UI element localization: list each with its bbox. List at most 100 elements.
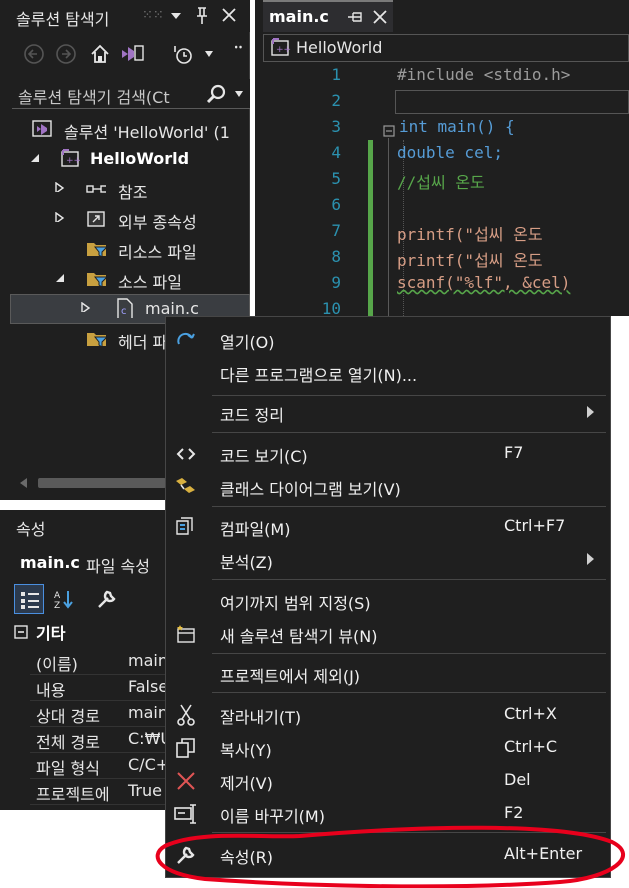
editor-tab-strip: main.c	[255, 0, 629, 32]
property-pages-button[interactable]	[92, 584, 122, 614]
menu-item-class-diagram[interactable]: 클래스 다이어그램 보기(V)	[166, 470, 610, 503]
home-button[interactable]	[86, 40, 114, 68]
external-dependencies-icon	[87, 211, 105, 227]
editor-project-dropdown[interactable]: ++ HelloWorld	[263, 34, 629, 62]
forward-button[interactable]	[52, 40, 80, 68]
line-code: double cel;	[397, 143, 503, 162]
tree-item-resource-files[interactable]: 리소스 파일	[0, 234, 250, 264]
tree-item-label: 헤더 파	[118, 333, 168, 352]
switch-views-button[interactable]	[118, 40, 146, 68]
tree-item-label: 리소스 파일	[118, 243, 197, 262]
history-clock-icon	[174, 46, 192, 64]
menu-separator	[212, 432, 606, 433]
code-line: 2	[255, 88, 629, 114]
tree-item-label: 소스 파일	[118, 273, 182, 292]
scroll-left-icon[interactable]	[18, 477, 28, 489]
arrow-right-icon	[56, 44, 76, 64]
properties-title: 속성	[16, 520, 46, 539]
menu-item-open-with[interactable]: 다른 프로그램으로 열기(N)...	[166, 356, 610, 389]
categorized-button[interactable]	[14, 584, 44, 614]
menu-item-exclude-from-project[interactable]: 프로젝트에서 제외(J)	[166, 657, 610, 690]
close-icon[interactable]	[222, 8, 236, 22]
tree-item-solution[interactable]: 솔루션 'HelloWorld' (1	[0, 114, 250, 144]
menu-item-view-code[interactable]: 코드 보기(C) F7	[166, 437, 610, 470]
filter-folder-icon	[87, 243, 106, 258]
property-category: 기타	[36, 624, 66, 643]
pin-icon[interactable]	[195, 7, 209, 25]
drag-grip-icon[interactable]: ⁙⁙	[142, 8, 164, 23]
property-value[interactable]: main	[128, 703, 168, 722]
search-icon[interactable]	[206, 84, 226, 104]
categorized-icon	[21, 592, 39, 609]
menu-item-shortcut: F2	[504, 803, 524, 822]
line-number: 1	[331, 65, 341, 84]
solution-explorer-search[interactable]: 솔루션 탐색기 검색(Ct	[12, 79, 250, 109]
tree-item-label: 참조	[118, 183, 148, 202]
project-icon: ++	[61, 149, 80, 167]
scrollbar-thumb[interactable]	[38, 478, 166, 488]
search-input[interactable]: 솔루션 탐색기 검색(Ct	[18, 84, 170, 108]
line-number: 4	[331, 143, 341, 162]
collapsed-arrow-icon[interactable]	[81, 302, 91, 312]
open-arrow-icon	[177, 332, 195, 345]
pending-changes-filter-button[interactable]	[168, 40, 196, 68]
alphabetical-button[interactable]: AZ	[50, 584, 80, 614]
line-code: #include <stdio.h>	[397, 65, 571, 84]
tree-item-project[interactable]: ++ HelloWorld	[0, 144, 250, 174]
close-icon[interactable]	[373, 10, 387, 24]
menu-item-new-explorer-view[interactable]: 새 솔루션 탐색기 뷰(N)	[166, 617, 610, 650]
dropdown-arrow-icon[interactable]	[234, 90, 244, 98]
property-key: 프로젝트에	[36, 785, 110, 804]
tab-label: main.c	[269, 7, 329, 26]
menu-item-remove[interactable]: 제거(V) Del	[166, 764, 610, 797]
property-value[interactable]: C/C+	[128, 755, 169, 774]
solution-explorer-toolbar: ꞏꞏ	[0, 36, 250, 72]
property-value[interactable]: True	[128, 781, 162, 800]
expanded-arrow-icon[interactable]	[55, 273, 65, 283]
menu-item-open[interactable]: 열기(O)	[166, 323, 610, 356]
filter-folder-icon	[87, 333, 106, 348]
menu-item-copy[interactable]: 복사(Y) Ctrl+C	[166, 731, 610, 764]
menu-item-rename[interactable]: 이름 바꾸기(M) F2	[166, 797, 610, 830]
menu-item-label: 속성(R)	[220, 848, 274, 867]
overflow-icon[interactable]: ꞏꞏ	[234, 38, 243, 57]
tree-item-references[interactable]: 참조	[0, 174, 250, 204]
svg-text:++: ++	[276, 45, 291, 55]
line-number: 9	[331, 273, 341, 292]
menu-item-scope-to-this[interactable]: 여기까지 범위 지정(S)	[166, 584, 610, 617]
menu-item-compile[interactable]: 컴파일(M) Ctrl+F7	[166, 510, 610, 543]
tab-main-c[interactable]: main.c	[263, 0, 393, 32]
tree-item-label: 솔루션 'HelloWorld' (1	[64, 123, 230, 142]
collapsed-arrow-icon[interactable]	[55, 212, 65, 222]
menu-separator	[212, 692, 606, 693]
expanded-arrow-icon[interactable]	[30, 153, 40, 163]
property-value[interactable]: False	[128, 677, 168, 696]
line-code: //섭씨 온도	[397, 173, 485, 192]
line-number: 7	[331, 221, 341, 240]
svg-text:Z: Z	[54, 601, 60, 611]
line-number: 2	[331, 91, 341, 110]
back-button[interactable]	[20, 40, 48, 68]
references-icon	[86, 185, 106, 193]
menu-separator	[212, 653, 606, 654]
menu-item-properties[interactable]: 속성(R) Alt+Enter	[166, 838, 610, 871]
dropdown-arrow-icon[interactable]	[204, 50, 214, 58]
menu-item-analyze[interactable]: 분석(Z)	[166, 543, 610, 576]
dropdown-arrow-icon[interactable]	[170, 11, 182, 21]
horizontal-scrollbar[interactable]	[12, 473, 167, 493]
pin-tab-icon[interactable]	[347, 11, 363, 23]
tree-item-external-dependencies[interactable]: 외부 종속성	[0, 204, 250, 234]
menu-item-shortcut: Del	[504, 770, 531, 789]
menu-item-code-cleanup[interactable]: 코드 정리	[166, 396, 610, 429]
property-value[interactable]: main	[128, 651, 168, 670]
c-file-icon: c	[117, 298, 133, 318]
collapsed-arrow-icon[interactable]	[55, 182, 65, 192]
collapse-category-icon[interactable]	[14, 625, 28, 639]
code-line: 4 double cel;	[255, 140, 629, 166]
tree-item-source-files[interactable]: 소스 파일	[0, 264, 250, 294]
menu-item-shortcut: Ctrl+C	[504, 737, 558, 756]
solution-icon	[32, 120, 52, 137]
tree-item-label: HelloWorld	[90, 149, 190, 168]
menu-item-shortcut: Ctrl+X	[504, 704, 557, 723]
menu-item-cut[interactable]: 잘라내기(T) Ctrl+X	[166, 698, 610, 731]
